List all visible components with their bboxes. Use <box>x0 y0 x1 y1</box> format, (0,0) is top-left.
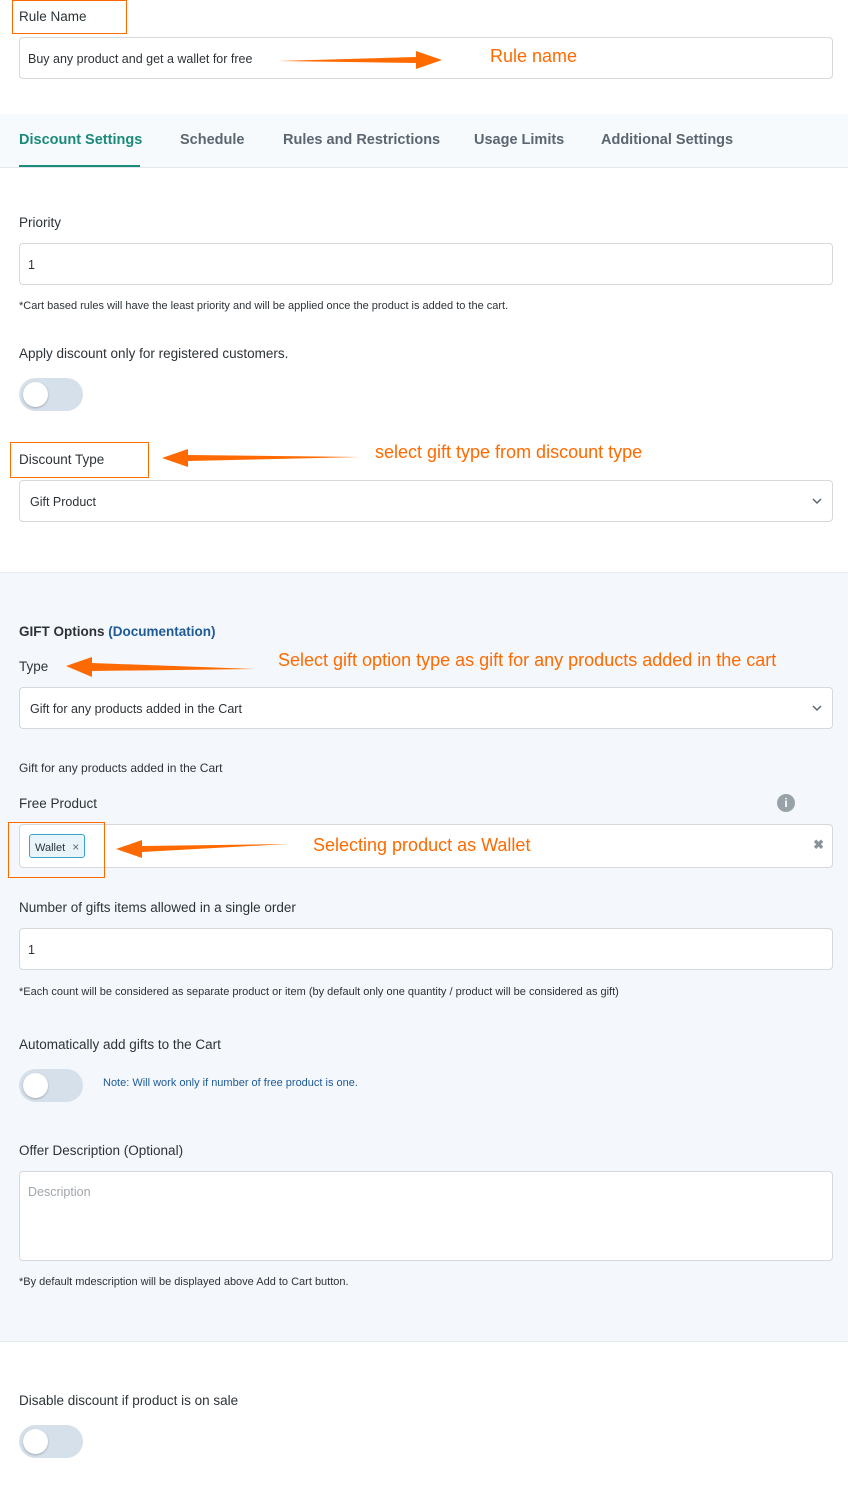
tab-schedule[interactable]: Schedule <box>180 132 244 148</box>
free-product-highlight-box <box>8 822 105 878</box>
gift-type-label: Type <box>19 659 49 674</box>
gift-count-input[interactable]: 1 <box>19 928 833 970</box>
rule-name-label: Rule Name <box>19 9 87 24</box>
doc-close-paren: ) <box>211 624 216 639</box>
documentation-link[interactable]: Documentation <box>113 624 211 639</box>
annotation-rule-name: Rule name <box>490 46 578 66</box>
priority-note: *Cart based rules will have the least pr… <box>19 300 509 312</box>
tab-additional-settings[interactable]: Additional Settings <box>601 132 733 148</box>
annotation-discount-type: select gift type from discount type <box>375 442 643 462</box>
annotation-free-product: Selecting product as Wallet <box>313 835 531 855</box>
gift-options-heading: GIFT Options (Documentation) <box>19 624 216 639</box>
tab-discount-settings[interactable]: Discount Settings <box>19 132 142 148</box>
registered-only-label: Apply discount only for registered custo… <box>19 346 289 361</box>
offer-description-label: Offer Description (Optional) <box>19 1143 184 1158</box>
offer-description-textarea[interactable]: Description <box>19 1171 833 1261</box>
gift-options-title: GIFT Options <box>19 624 105 639</box>
priority-label: Priority <box>19 215 62 230</box>
free-product-arrow <box>116 840 288 858</box>
disable-on-sale-toggle[interactable] <box>19 1425 83 1458</box>
auto-add-toggle[interactable] <box>19 1069 83 1102</box>
toggle-knob <box>23 1429 48 1454</box>
gift-type-description: Gift for any products added in the Cart <box>19 761 223 775</box>
toggle-knob <box>23 382 48 407</box>
auto-add-note-text: Note: Will work only if number of free p… <box>103 1077 358 1089</box>
free-product-label: Free Product <box>19 796 98 811</box>
discount-type-label: Discount Type <box>19 452 105 467</box>
rule-name-value: Buy any product and get a wallet for fre… <box>28 52 253 66</box>
auto-add-label: Automatically add gifts to the Cart <box>19 1037 221 1052</box>
clear-selection-icon[interactable]: ✖ <box>813 837 824 853</box>
gift-type-select[interactable]: Gift for any products added in the Cart <box>19 687 833 729</box>
tab-active-indicator <box>19 165 140 167</box>
offer-description-placeholder: Description <box>28 1185 91 1199</box>
auto-add-note: Note: Will work only if number of free p… <box>103 1077 358 1089</box>
discount-type-value: Gift Product <box>30 495 96 509</box>
priority-value: 1 <box>28 258 35 272</box>
discount-type-arrow <box>162 449 360 467</box>
toggle-knob <box>23 1073 48 1098</box>
disable-on-sale-label: Disable discount if product is on sale <box>19 1393 239 1408</box>
gift-type-value: Gift for any products added in the Cart <box>30 702 242 716</box>
tab-rules-and-restrictions[interactable]: Rules and Restrictions <box>283 132 440 148</box>
discount-type-select[interactable]: Gift Product <box>19 480 833 522</box>
info-icon[interactable]: i <box>777 794 795 812</box>
gift-count-label: Number of gifts items allowed in a singl… <box>19 900 296 915</box>
registered-only-toggle[interactable] <box>19 378 83 411</box>
gift-type-arrow <box>66 657 256 677</box>
gift-count-note: *Each count will be considered as separa… <box>19 986 619 998</box>
tab-usage-limits[interactable]: Usage Limits <box>474 132 564 148</box>
gift-count-value: 1 <box>28 943 35 957</box>
rule-name-arrow <box>278 51 442 69</box>
offer-description-note: *By default mdescription will be display… <box>19 1276 349 1288</box>
chevron-down-icon <box>812 498 822 505</box>
chevron-down-icon <box>812 705 822 712</box>
priority-input[interactable]: 1 <box>19 243 833 285</box>
annotation-gift-type: Select gift option type as gift for any … <box>278 650 777 670</box>
